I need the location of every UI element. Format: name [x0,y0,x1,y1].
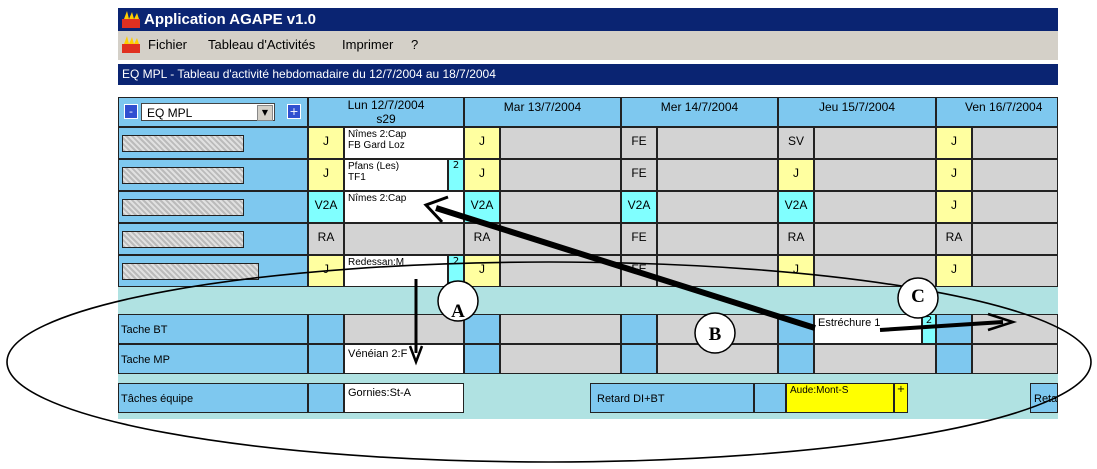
arrow-b [435,205,816,331]
callout-a: A [451,301,465,322]
annotation-overlay [6,195,1092,463]
callout-c: C [911,286,925,307]
arrow-c [879,320,1004,332]
callout-b: B [708,324,722,345]
